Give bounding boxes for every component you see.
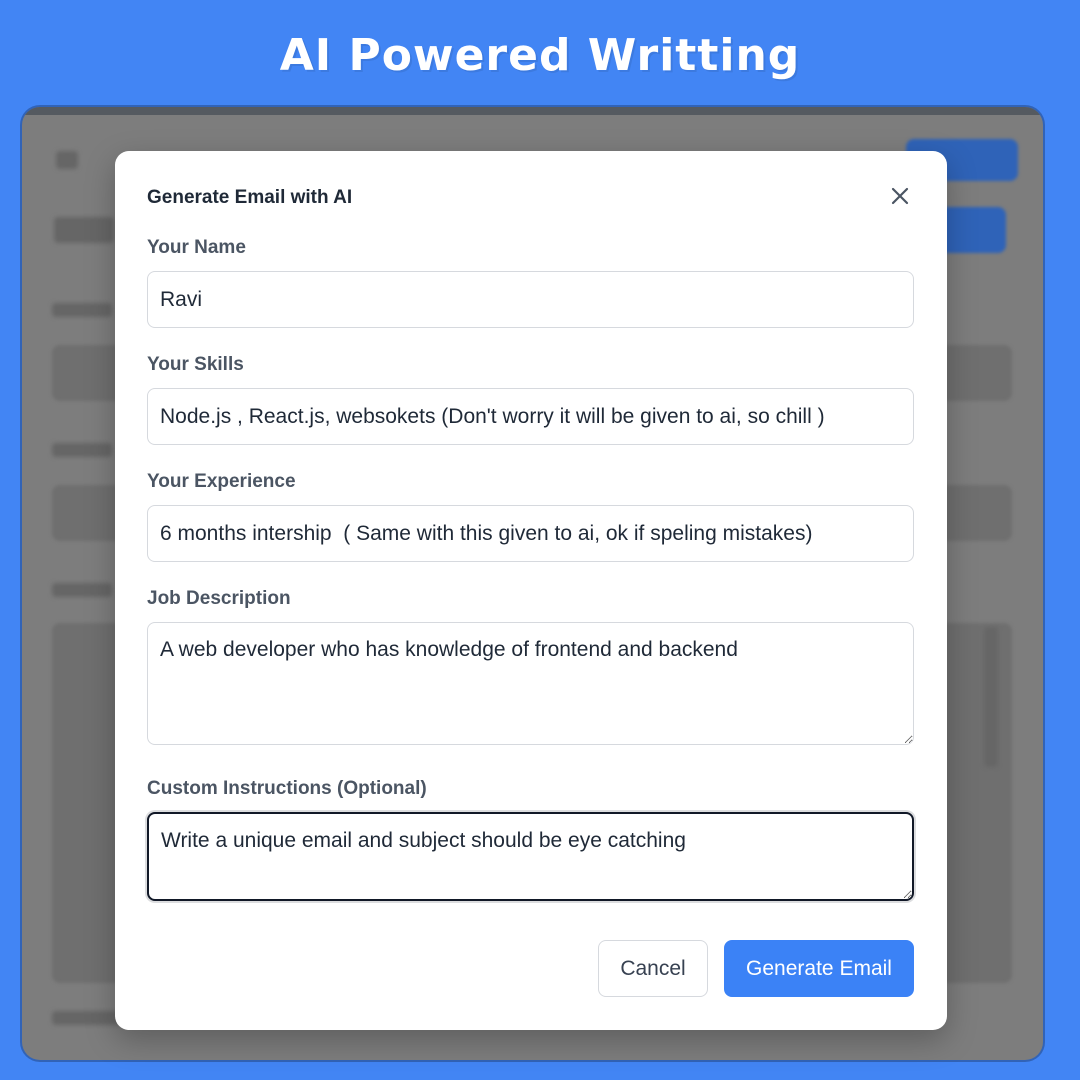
background-label-2: [52, 443, 112, 457]
cancel-button[interactable]: Cancel: [598, 940, 708, 997]
skills-field[interactable]: [147, 388, 914, 445]
modal-title: Generate Email with AI: [147, 187, 353, 208]
generate-email-modal: Generate Email with AI Your Name Your Sk…: [115, 151, 947, 1030]
experience-label: Your Experience: [147, 471, 296, 492]
generate-email-button[interactable]: Generate Email: [724, 940, 914, 997]
app-topbar: [22, 107, 1043, 115]
background-label-3: [52, 583, 112, 597]
name-field[interactable]: [147, 271, 914, 328]
custom-instructions-label: Custom Instructions (Optional): [147, 778, 427, 799]
name-label: Your Name: [147, 237, 246, 258]
background-menu-icon: [56, 151, 78, 169]
job-description-label: Job Description: [147, 588, 291, 609]
background-heading: [54, 217, 114, 243]
background-label-1: [52, 303, 112, 317]
banner-title: AI Powered Writting: [279, 30, 801, 81]
skills-label: Your Skills: [147, 354, 244, 375]
close-icon[interactable]: [886, 182, 914, 210]
background-scrollbar: [984, 627, 998, 767]
custom-instructions-field[interactable]: Write a unique email and subject should …: [147, 812, 914, 901]
experience-field[interactable]: [147, 505, 914, 562]
job-description-field[interactable]: A web developer who has knowledge of fro…: [147, 622, 914, 745]
